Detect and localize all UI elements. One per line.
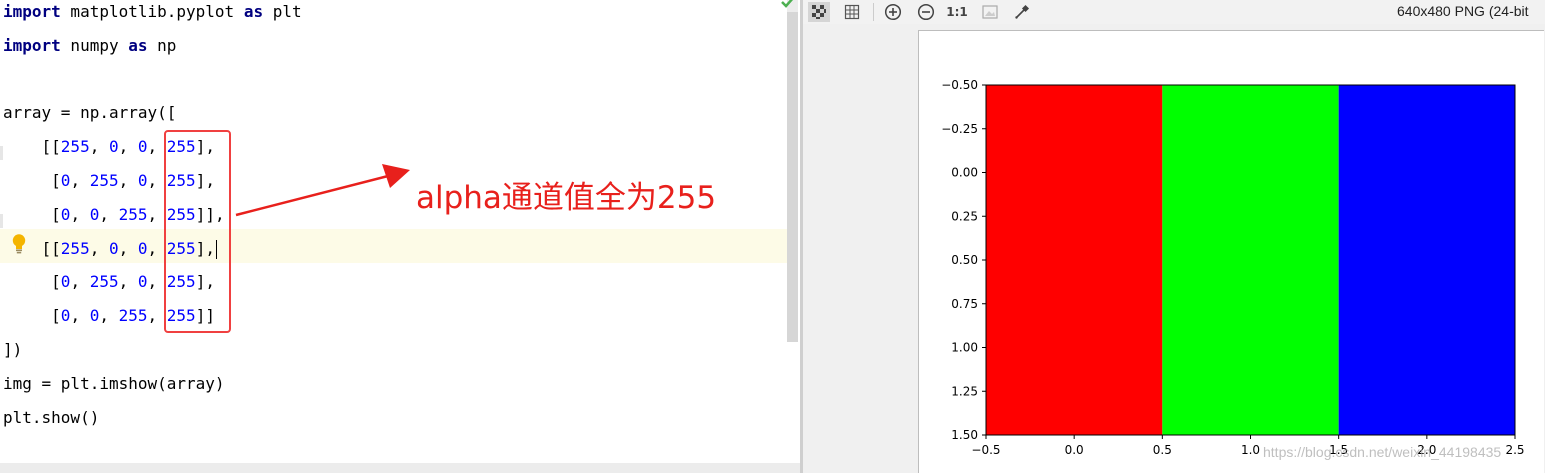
code-text: [ bbox=[3, 171, 61, 190]
code-text: ]) bbox=[3, 340, 23, 359]
code-keyword: import bbox=[3, 35, 61, 55]
code-text: , bbox=[118, 238, 138, 258]
y-tick-label: 1.00 bbox=[951, 341, 978, 355]
y-tick-label: −0.25 bbox=[941, 122, 978, 136]
code-text: [ bbox=[3, 272, 61, 292]
viewer-toolbar: 1:1 640x480 PNG (24-bit bbox=[803, 0, 1545, 24]
x-tick-label: −0.5 bbox=[971, 443, 1000, 457]
code-text: [ bbox=[3, 306, 61, 326]
pixel-cell bbox=[986, 260, 1163, 435]
code-number: 0 bbox=[137, 238, 148, 258]
pixel-cell bbox=[1162, 85, 1339, 260]
check-icon bbox=[781, 0, 794, 8]
code-number: 0 bbox=[108, 137, 119, 157]
image-info-label: 640x480 PNG (24-bit bbox=[1397, 3, 1529, 19]
code-number: 0 bbox=[89, 204, 100, 224]
annotation-arrow-icon bbox=[235, 164, 410, 217]
code-text: , bbox=[70, 171, 90, 190]
code-text: np bbox=[147, 35, 177, 55]
code-line[interactable]: ]) bbox=[3, 333, 22, 366]
code-number: 0 bbox=[60, 272, 71, 292]
code-text: [ bbox=[3, 204, 61, 224]
code-text: , bbox=[89, 137, 109, 157]
annotation-text: alpha通道值全为255 bbox=[416, 180, 717, 216]
code-line[interactable]: import matplotlib.pyplot as plt bbox=[3, 0, 302, 28]
code-number: 255 bbox=[118, 204, 148, 224]
code-text: , bbox=[70, 306, 90, 326]
code-text: , bbox=[118, 272, 138, 292]
code-number: 255 bbox=[60, 137, 90, 157]
code-text: , bbox=[118, 137, 138, 157]
actual-size-icon[interactable]: 1:1 bbox=[946, 2, 968, 22]
editor-horizontal-scrollbar[interactable] bbox=[0, 463, 800, 473]
alpha-column-highlight-box bbox=[164, 130, 231, 333]
code-number: 0 bbox=[89, 306, 100, 326]
code-number: 0 bbox=[137, 272, 148, 292]
fit-window-icon[interactable] bbox=[979, 2, 1001, 22]
pixel-cell bbox=[1338, 260, 1515, 435]
color-picker-icon[interactable] bbox=[1011, 2, 1033, 22]
code-keyword: as bbox=[243, 2, 264, 21]
y-tick-label: −0.50 bbox=[941, 78, 978, 92]
y-tick-label: 1.50 bbox=[951, 428, 978, 442]
code-text: numpy bbox=[60, 35, 129, 55]
code-keyword: import bbox=[3, 2, 61, 21]
code-text: img = plt.imshow(array) bbox=[3, 373, 225, 393]
pixel-cell bbox=[1338, 85, 1515, 260]
code-number: 255 bbox=[60, 238, 90, 258]
code-text: , bbox=[99, 204, 119, 224]
code-text: , bbox=[89, 238, 109, 258]
code-number: 0 bbox=[60, 171, 71, 190]
pixel-cell bbox=[1162, 260, 1339, 435]
code-number: 0 bbox=[137, 171, 148, 190]
toolbar-separator bbox=[873, 3, 874, 21]
x-tick-label: 0.0 bbox=[1065, 443, 1084, 457]
code-text: , bbox=[118, 171, 138, 190]
y-tick-label: 0.00 bbox=[951, 166, 978, 180]
editor-scrollbar[interactable] bbox=[787, 12, 798, 342]
code-number: 0 bbox=[60, 306, 71, 326]
y-tick-label: 1.25 bbox=[951, 384, 978, 398]
code-text: array = np.array([ bbox=[3, 103, 177, 123]
gutter-fold-marker bbox=[0, 214, 3, 228]
code-text: plt bbox=[263, 2, 302, 21]
code-number: 0 bbox=[60, 204, 71, 224]
code-text: , bbox=[70, 204, 90, 224]
zoom-in-icon[interactable] bbox=[882, 2, 904, 22]
code-text: plt.show() bbox=[3, 407, 100, 427]
code-line[interactable]: array = np.array([ bbox=[3, 96, 176, 129]
gutter-fold-marker bbox=[0, 146, 3, 160]
lightbulb-icon[interactable] bbox=[10, 233, 28, 255]
code-number: 255 bbox=[89, 272, 119, 292]
imshow-plot: −0.5 0.0 0.5 1.0 1.5 2.0 2.5−0.50−0.250.000.25… bbox=[941, 78, 1524, 457]
checkerboard-icon[interactable] bbox=[808, 2, 830, 22]
x-tick-label: 0.5 bbox=[1153, 443, 1172, 457]
code-line[interactable]: plt.show() bbox=[3, 401, 99, 434]
x-tick-label: 2.5 bbox=[1505, 443, 1524, 457]
code-text: , bbox=[99, 306, 119, 326]
y-tick-label: 0.25 bbox=[951, 209, 978, 223]
code-number: 255 bbox=[118, 306, 148, 326]
code-number: 0 bbox=[137, 137, 148, 157]
code-text: [[ bbox=[3, 137, 61, 157]
pixel-cell bbox=[986, 85, 1163, 260]
grid-icon[interactable] bbox=[841, 2, 863, 22]
code-line[interactable]: import numpy as np bbox=[3, 29, 176, 62]
y-tick-label: 0.50 bbox=[951, 253, 978, 267]
image-canvas[interactable]: −0.5 0.0 0.5 1.0 1.5 2.0 2.5 −0.50 −0.25 0.00 0.25… bbox=[918, 30, 1544, 473]
y-tick-label: 0.75 bbox=[951, 297, 978, 311]
x-tick-label: 1.0 bbox=[1241, 443, 1260, 457]
code-keyword: as bbox=[128, 35, 148, 55]
zoom-out-icon[interactable] bbox=[915, 2, 937, 22]
code-text: matplotlib.pyplot bbox=[60, 2, 244, 21]
code-editor[interactable]: import matplotlib.pyplot as plt import nu… bbox=[0, 0, 800, 473]
code-number: 255 bbox=[89, 171, 119, 190]
code-number: 0 bbox=[108, 238, 119, 258]
watermark-text: https://blog.csdn.net/weixin_44198435 bbox=[1263, 444, 1502, 460]
code-line[interactable]: img = plt.imshow(array) bbox=[3, 367, 225, 400]
image-viewer: 1:1 640x480 PNG (24-bit −0.5 0.0 0.5 1.0 1.5… bbox=[803, 0, 1545, 473]
code-text: , bbox=[70, 272, 90, 292]
